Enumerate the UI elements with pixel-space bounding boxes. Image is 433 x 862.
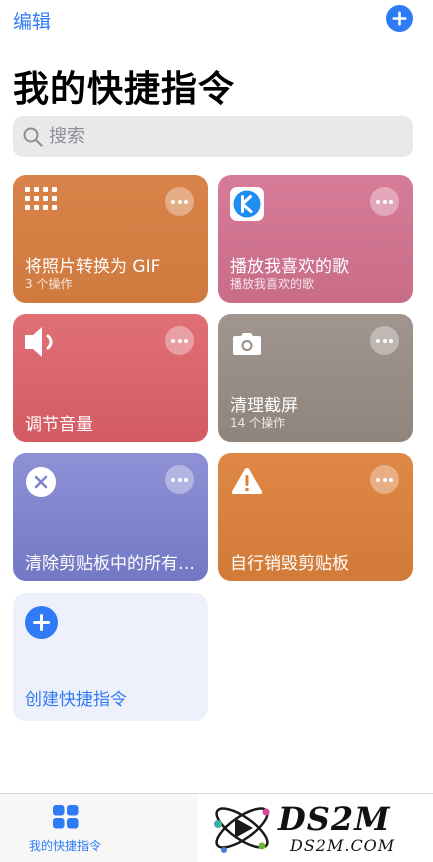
more-options-button[interactable] <box>370 465 399 494</box>
plus-circle-icon <box>392 11 407 26</box>
search-input[interactable] <box>49 116 399 157</box>
tab-my-shortcuts[interactable]: 我的快捷指令 <box>0 794 130 862</box>
watermark-url: DS2M.COM <box>290 836 396 855</box>
card-title: 播放我喜欢的歌 <box>230 257 349 277</box>
shortcut-card-clear-clipboard[interactable]: 清除剪贴板中的所有内容 <box>13 453 208 581</box>
card-subtitle: 3 个操作 <box>25 277 73 291</box>
watermark-title: DS2M <box>278 800 391 838</box>
more-options-button[interactable] <box>370 187 399 216</box>
create-shortcut-card[interactable]: 创建快捷指令 <box>13 593 208 721</box>
navigation-bar: 编辑 <box>0 0 433 40</box>
more-options-button[interactable] <box>370 326 399 355</box>
kugou-app-icon <box>230 187 264 221</box>
card-subtitle: 14 个操作 <box>230 416 286 430</box>
shortcut-card-screenshots[interactable]: 清理截屏 14 个操作 <box>218 314 413 442</box>
tab-label: 我的快捷指令 <box>28 839 101 853</box>
card-title: 自行销毁剪贴板 <box>230 554 349 574</box>
search-bar[interactable] <box>13 116 413 157</box>
warning-icon <box>231 468 263 494</box>
shortcut-card-music[interactable]: 播放我喜欢的歌 播放我喜欢的歌 <box>218 175 413 303</box>
more-options-button[interactable] <box>165 187 194 216</box>
shortcut-card-destroy-clipboard[interactable]: 自行销毁剪贴板 <box>218 453 413 581</box>
card-title: 将照片转换为 GIF <box>25 257 161 277</box>
plus-circle-icon <box>25 606 58 639</box>
card-title: 创建快捷指令 <box>25 690 127 710</box>
grid-tab-icon <box>53 805 79 829</box>
more-options-button[interactable] <box>165 465 194 494</box>
camera-icon <box>233 333 261 355</box>
shortcut-card-volume[interactable]: 调节音量 <box>13 314 208 442</box>
atom-logo-icon <box>214 807 270 853</box>
x-circle-icon <box>26 467 56 497</box>
card-title: 调节音量 <box>25 415 93 435</box>
edit-button[interactable]: 编辑 <box>13 7 51 34</box>
card-title: 清理截屏 <box>230 396 298 416</box>
add-shortcut-button[interactable] <box>386 5 413 32</box>
watermark-logo: DS2M DS2M.COM <box>198 794 433 862</box>
page-title: 我的快捷指令 <box>13 69 236 110</box>
more-options-button[interactable] <box>165 326 194 355</box>
speaker-icon <box>25 327 53 357</box>
grid-icon <box>25 187 57 210</box>
card-title: 清除剪贴板中的所有内容 <box>25 554 197 574</box>
card-subtitle: 播放我喜欢的歌 <box>230 277 315 291</box>
search-icon <box>23 127 43 147</box>
shortcut-card-gif[interactable]: 将照片转换为 GIF 3 个操作 <box>13 175 208 303</box>
